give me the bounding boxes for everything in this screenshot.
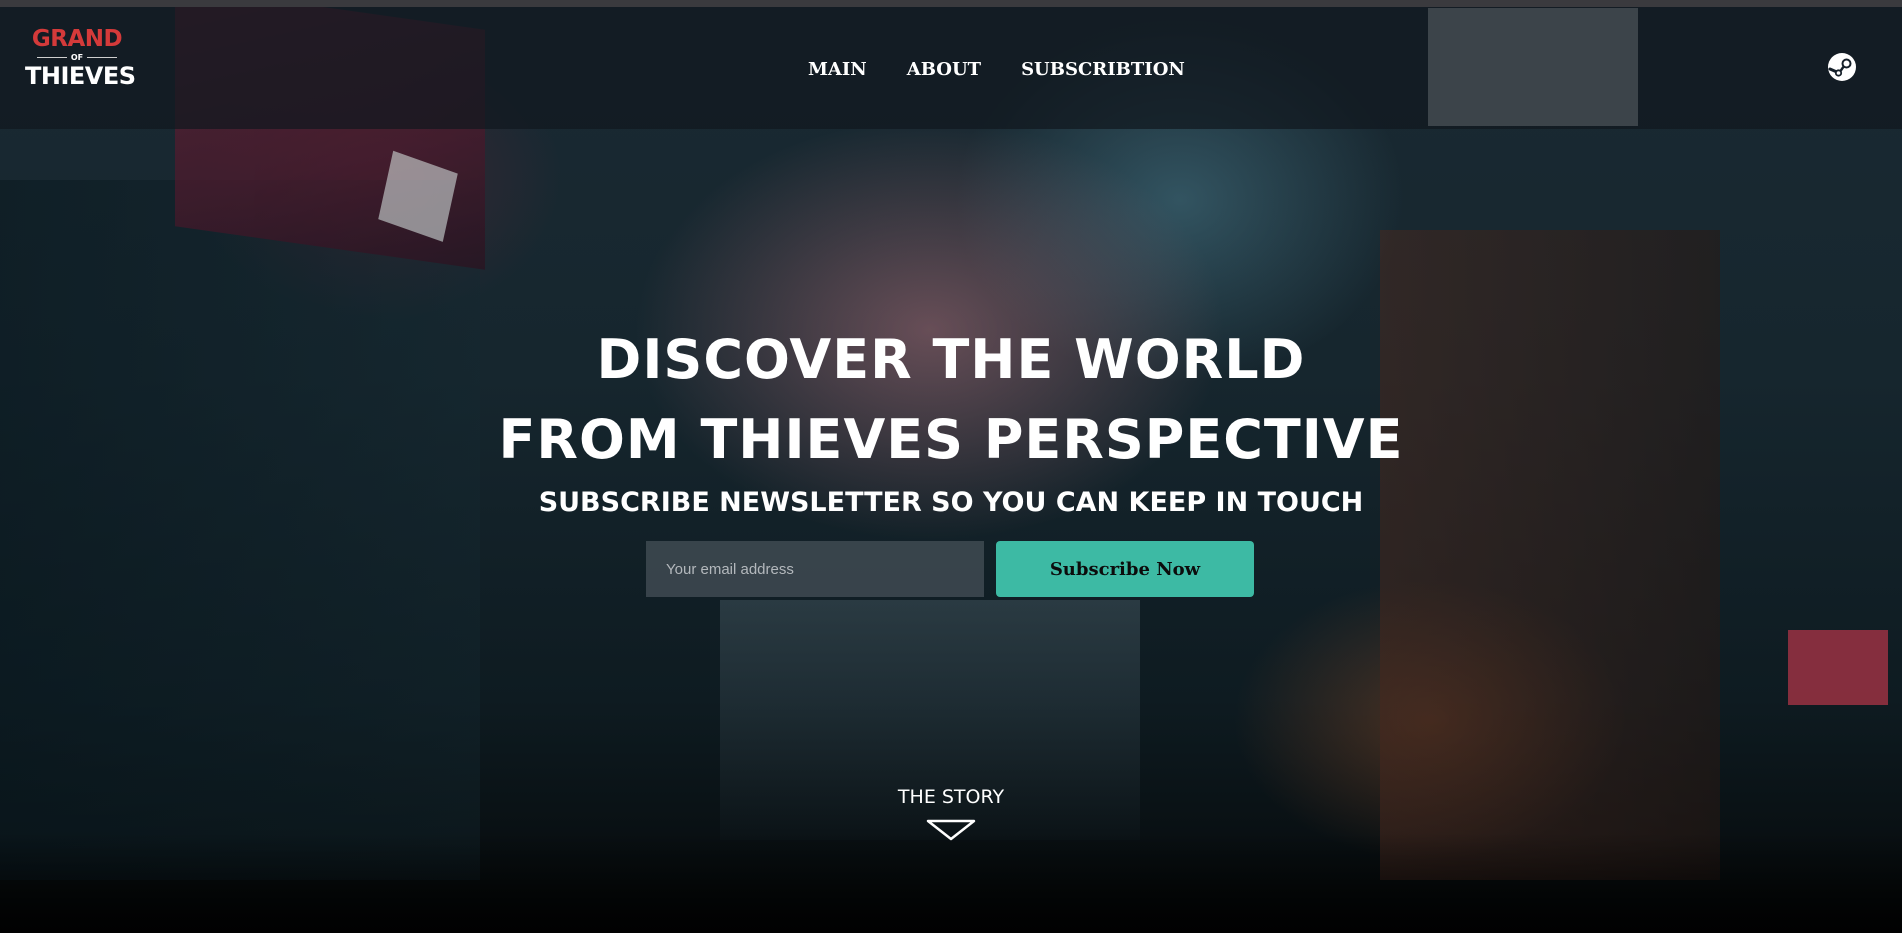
page: GRAND OF THIEVES MAIN ABOUT SUBSCRIBTION [0,0,1902,933]
main-nav: MAIN ABOUT SUBSCRIBTION [808,59,1185,80]
subscribe-button[interactable]: Subscribe Now [996,541,1254,597]
background-neon-sign [1788,630,1888,705]
chevron-down-icon[interactable] [926,818,976,846]
nav-item-about[interactable]: ABOUT [907,59,981,80]
email-input[interactable] [646,541,984,597]
hero-subtitle: SUBSCRIBE NEWSLETTER SO YOU CAN KEEP IN … [538,487,1364,518]
nav-item-subscription[interactable]: SUBSCRIBTION [1021,59,1185,80]
nav-item-main[interactable]: MAIN [808,59,867,80]
story-label: THE STORY [897,786,1005,808]
logo[interactable]: GRAND OF THIEVES [25,26,136,103]
newsletter-form: Subscribe Now [646,541,1254,597]
navbar: GRAND OF THIEVES MAIN ABOUT SUBSCRIBTION [0,7,1902,129]
hero-title: DISCOVER THE WORLD FROM THIEVES PERSPECT… [0,320,1902,480]
hero-title-line2: FROM THIEVES PERSPECTIVE [498,408,1404,471]
logo-grand: GRAND [31,26,123,52]
steam-icon[interactable] [1827,52,1857,82]
browser-top-strip [0,0,1902,7]
hero: DISCOVER THE WORLD FROM THIEVES PERSPECT… [0,320,1902,522]
story-link[interactable]: THE STORY [0,784,1902,846]
logo-of: OF [70,52,84,62]
logo-thieves: THIEVES [25,62,136,90]
hero-title-line1: DISCOVER THE WORLD [596,328,1306,391]
